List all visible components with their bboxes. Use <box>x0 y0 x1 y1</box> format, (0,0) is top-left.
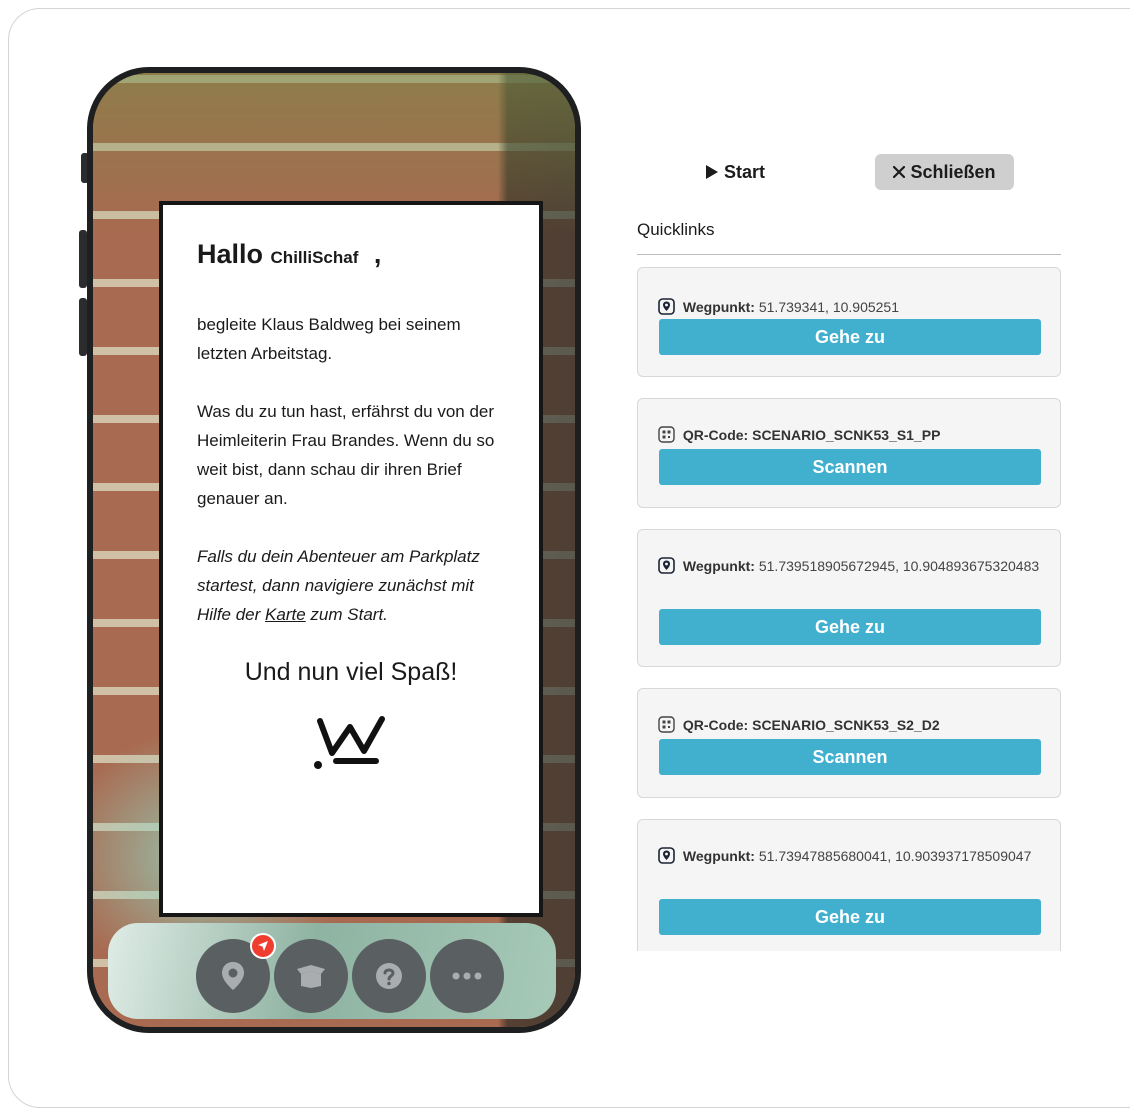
quicklink-value: 51.73947885680041, 10.903937178509047 <box>758 848 1032 864</box>
intro-paragraph-2: Was du zu tun hast, erfährst du von der … <box>197 402 495 508</box>
username: ChilliSchaf <box>270 248 359 267</box>
quicklink-label: Wegpunkt: 51.739518905672945, 10.9048936… <box>648 552 1044 581</box>
quicklink-label: Wegpunkt: 51.73947885680041, 10.90393717… <box>648 842 1044 871</box>
qr-code-icon <box>658 426 675 443</box>
quicklinks-title: Quicklinks <box>637 220 715 239</box>
close-icon <box>893 166 906 178</box>
quicklink-type: Wegpunkt: <box>682 848 755 864</box>
help-icon <box>376 963 402 989</box>
intro-paragraph-3: Falls du dein Abenteuer am Parkplatz sta… <box>197 542 505 629</box>
quicklink-value: SCENARIO_SCNK53_S2_D2 <box>752 717 940 733</box>
closing-text: Und nun viel Spaß! <box>244 658 458 686</box>
quicklink-type: QR-Code: <box>682 717 749 733</box>
map-link[interactable]: Karte <box>265 605 306 624</box>
quicklink-item: Wegpunkt: 51.739341, 10.905251 Gehe zu <box>637 267 1061 377</box>
quicklink-value: SCENARIO_SCNK53_S1_PP <box>752 427 941 443</box>
qr-code-icon <box>658 716 675 733</box>
quicklink-type: QR-Code: <box>682 427 749 443</box>
quicklink-item: Wegpunkt: 51.73947885680041, 10.90393717… <box>637 819 1061 951</box>
start-button-label: Start <box>723 161 765 182</box>
goto-button[interactable]: Gehe zu <box>659 899 1041 935</box>
start-button[interactable]: Start <box>690 154 780 190</box>
quicklink-item: QR-Code: SCENARIO_SCNK53_S2_D2 Scannen <box>637 688 1061 798</box>
phone-volume-down <box>79 298 87 356</box>
phone-volume-up <box>79 230 87 288</box>
goto-button[interactable]: Gehe zu <box>659 609 1041 645</box>
quicklink-type: Wegpunkt: <box>682 558 755 574</box>
quicklink-item: Wegpunkt: 51.739518905672945, 10.9048936… <box>637 529 1061 667</box>
tab-map[interactable] <box>196 933 276 1013</box>
quicklink-type: Wegpunkt: <box>682 299 755 315</box>
quicklinks-divider <box>637 254 1061 255</box>
bottom-tab-bar <box>108 923 556 1019</box>
quicklink-item: QR-Code: SCENARIO_SCNK53_S1_PP Scannen <box>637 398 1061 508</box>
navigation-arrow-icon <box>258 941 268 951</box>
tab-inventory[interactable] <box>274 939 348 1013</box>
greeting-heading: Hallo ChilliSchaf , <box>197 239 505 270</box>
quicklink-value: 51.739341, 10.905251 <box>758 299 899 315</box>
scan-button[interactable]: Scannen <box>659 739 1041 775</box>
crown-logo-icon <box>314 716 385 769</box>
close-button-label: Schließen <box>910 161 996 182</box>
box-icon <box>297 965 325 988</box>
greeting-word: Hallo <box>197 239 264 269</box>
goto-button[interactable]: Gehe zu <box>659 319 1041 355</box>
quicklink-value: 51.739518905672945, 10.904893675320483 <box>758 558 1040 574</box>
intro-paragraph-3-end: zum Start. <box>310 605 388 624</box>
intro-card: Hallo ChilliSchaf , begleite Klaus Baldw… <box>159 201 543 917</box>
phone-preview: Hallo ChilliSchaf , begleite Klaus Baldw… <box>87 67 581 1033</box>
quicklinks-list[interactable]: Wegpunkt: 51.739341, 10.905251 Gehe zu Q… <box>637 267 1061 951</box>
play-icon <box>705 165 718 179</box>
quicklink-label: QR-Code: SCENARIO_SCNK53_S2_D2 <box>658 711 1044 740</box>
map-pin-icon <box>658 557 675 574</box>
intro-paragraph-1: begleite Klaus Baldweg bei seinem letzte… <box>197 315 461 363</box>
map-marker-icon <box>222 962 244 990</box>
tab-help[interactable] <box>352 939 426 1013</box>
tab-more[interactable] <box>430 939 504 1013</box>
map-pin-icon <box>658 847 675 864</box>
greeting-comma: , <box>373 239 382 269</box>
quicklink-label: QR-Code: SCENARIO_SCNK53_S1_PP <box>658 421 1044 450</box>
close-button[interactable]: Schließen <box>875 154 1014 190</box>
more-icon <box>452 972 482 980</box>
quicklink-label: Wegpunkt: 51.739341, 10.905251 <box>658 293 1044 322</box>
scan-button[interactable]: Scannen <box>659 449 1041 485</box>
map-pin-icon <box>658 298 675 315</box>
navigation-badge <box>250 933 276 959</box>
